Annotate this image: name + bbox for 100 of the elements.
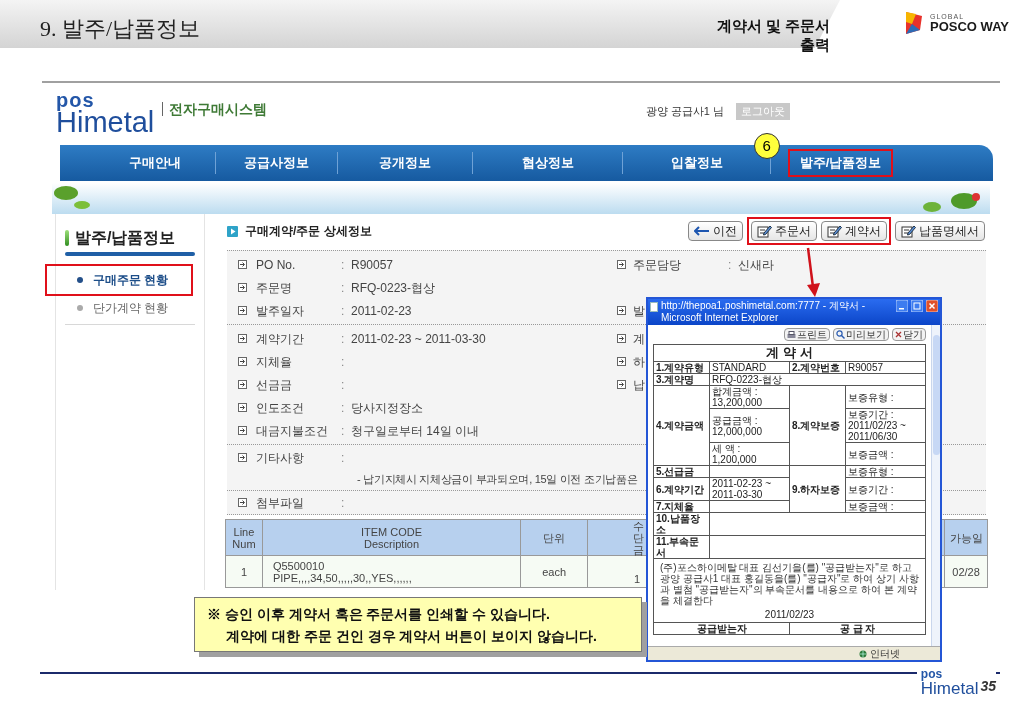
section-title: 구매계약/주문 상세정보 [245, 223, 372, 240]
colon: : [341, 330, 346, 348]
field-value: 보증유형 : [848, 391, 894, 403]
field-label: 1.계약유형 [656, 362, 705, 373]
document-button[interactable]: 닫기 [892, 328, 927, 341]
field-label: 2.계약번호 [792, 362, 841, 373]
field-label: 계약기간 [256, 330, 305, 348]
logo-text: Himetal [920, 680, 979, 697]
field-value: 보증기간 : [848, 483, 894, 495]
bullet-icon [238, 283, 247, 292]
slide-title: 9. 발주/납품정보 [40, 15, 201, 43]
table-cell: 1 [240, 565, 247, 578]
printer-icon [787, 330, 797, 339]
column-header: 수 단 금 [632, 519, 645, 556]
colon: : [341, 399, 346, 417]
field-value: RFQ-0223-협상 [712, 374, 782, 385]
title-marker-icon [65, 230, 69, 246]
field-label: 6.계약기간 [656, 483, 705, 495]
field-value: 보증유형 : [848, 466, 894, 477]
colon: : [341, 256, 346, 274]
logo-text: pos [920, 668, 943, 680]
field-value: 청구일로부터 14일 이내 [351, 422, 480, 440]
column-header: ITEM CODE Description [361, 525, 423, 550]
document-button[interactable]: 프린트 [784, 328, 831, 341]
field-value: 보증기간 : 2011/02/23 ~ 2011/06/30 [848, 409, 906, 442]
maximize-icon[interactable] [911, 300, 923, 312]
field-label: 3.계약명 [656, 374, 695, 385]
colon: : [341, 279, 346, 297]
statement-text: (주)포스하이메탈 대표 김선기을(를) "공급받는자"로 하고 광양 공급사1 대표 홍길동을(를) "공급자"로 하여 상기 사항과 별첨 "공급받는자"의 부속문서를 내용으로 하여 본 계약을 체결한다 [660, 562, 920, 606]
document-date: 2011/02/23 [763, 609, 816, 620]
nav-item[interactable]: 협상정보 [509, 149, 586, 177]
field-label: PO No. [256, 256, 297, 274]
colon: : [341, 422, 346, 440]
toolbar-button[interactable]: 이전 [688, 221, 743, 241]
field-label: 지체율 [256, 353, 293, 371]
edit-icon [901, 224, 916, 238]
colon: : [341, 494, 346, 512]
system-name: 전자구매시스템 [162, 102, 268, 116]
toolbar-button[interactable]: 주문서 [751, 221, 817, 241]
bullet-icon [77, 305, 83, 311]
bullet-icon [238, 403, 247, 412]
column-header: 단위 [543, 531, 566, 544]
nav-item[interactable]: 구매안내 [117, 149, 193, 177]
field-value: 보증금액 : [848, 501, 894, 512]
sidebar-item[interactable]: 구매주문 현황 [45, 264, 193, 296]
sidebar-item[interactable]: 단가계약 현황 [45, 296, 193, 320]
nav-item[interactable]: 공개정보 [367, 149, 443, 177]
field-label: 5.선급금 [656, 466, 695, 477]
table-cell: each [542, 565, 567, 578]
user-name: 광양 공급사1 님 [645, 103, 724, 119]
bullet-icon [617, 260, 626, 269]
field-label: 11.부속문서 [656, 536, 700, 558]
field-label: 주문명 [256, 279, 293, 297]
scrollbar[interactable] [931, 325, 940, 646]
back-arrow-icon [694, 226, 710, 236]
field-label: 대금지불조건 [256, 422, 329, 440]
field-value: R90057 [351, 256, 395, 274]
toolbar-button[interactable]: 납품명세서 [895, 221, 985, 241]
status-text: 인터넷 [870, 648, 900, 659]
field-label: 공 급 자 [839, 623, 876, 634]
bullet-icon [77, 277, 83, 283]
bullet-icon [238, 426, 247, 435]
colon: : [728, 256, 733, 274]
close-icon[interactable] [926, 300, 938, 312]
field-value: 2011-02-23 ~ 2011-03-30 [351, 330, 487, 348]
table-cell-text: 1 [632, 571, 641, 585]
field-label: 첨부파일 [256, 494, 305, 512]
globe-icon [859, 649, 867, 658]
field-label: 인도조건 [256, 399, 305, 417]
field-value: 2011-02-23 ~ 2011-03-30 [712, 478, 772, 500]
colon: : [341, 353, 346, 371]
field-value: 당사지정장소 [351, 399, 424, 417]
nav-item[interactable]: 입찰정보 [658, 149, 735, 177]
colon: : [341, 376, 346, 394]
window-title: http://thepoa1.poshimetal.com:7777 - 계약서 - Microsoft Internet Explorer [661, 300, 866, 324]
bullet-icon [238, 306, 247, 315]
play-icon [227, 225, 238, 237]
logo-text: pos [56, 89, 95, 110]
table-cell: 02/28 [952, 565, 980, 578]
step-badge: 6 [753, 133, 780, 159]
colon: : [341, 302, 346, 320]
field-label: 8.계약보증 [792, 420, 841, 431]
document-button[interactable]: 미리보기 [833, 328, 890, 341]
toolbar-button[interactable]: 계약서 [821, 221, 887, 241]
field-label: 납 [633, 376, 645, 394]
field-label: 발 [633, 302, 645, 320]
field-value: 합계금액 : 13,200,000 [712, 386, 763, 408]
nav-item[interactable]: 공급사정보 [232, 149, 321, 177]
minimize-icon[interactable] [896, 300, 908, 312]
bullet-icon [238, 498, 247, 507]
table-cell: Q5500010 PIPE,,,,34,50,,,,,30,,YES,,,,,, [272, 559, 412, 584]
brand-name: POSCO WAY [930, 20, 1009, 33]
field-label: 7.지체율 [656, 501, 695, 512]
column-header: 가능일 [949, 531, 983, 544]
bullet-icon [238, 380, 247, 389]
field-value: 보증금액 : [848, 448, 894, 460]
field-label: 공급받는자 [696, 623, 747, 634]
colon: : [341, 449, 346, 467]
field-label: 하 [633, 353, 645, 371]
section-label: 계약서 및 주문서 출력 [715, 16, 830, 54]
